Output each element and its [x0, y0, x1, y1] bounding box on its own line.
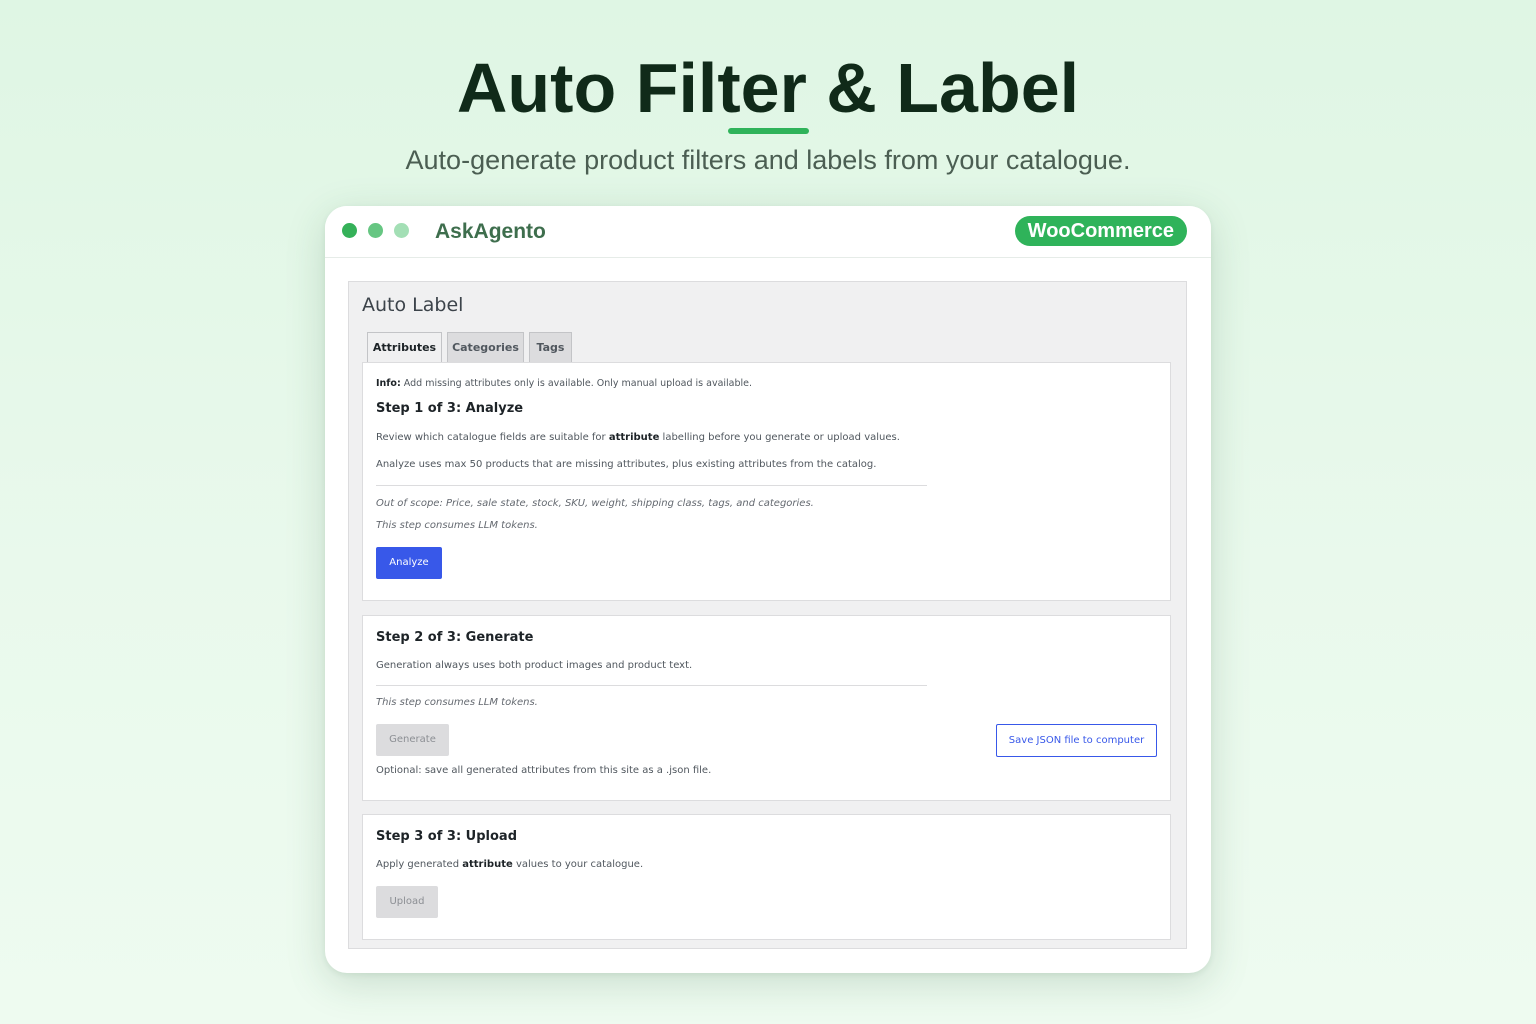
- window-dot-maximize[interactable]: [394, 223, 409, 238]
- info-line: Info: Add missing attributes only is ava…: [376, 378, 752, 389]
- step3-desc-post: values to your catalogue.: [515, 859, 644, 870]
- upload-button[interactable]: Upload: [376, 886, 438, 918]
- step1-scope-note: Out of scope: Price, sale state, stock, …: [376, 498, 814, 509]
- tab-bar: Attributes Categories Tags: [367, 332, 1144, 364]
- step3-desc-bold: attribute: [462, 859, 513, 870]
- admin-panel: Auto Label Attributes Categories Tags In…: [348, 281, 1187, 949]
- app-name: AskAgento: [435, 220, 546, 243]
- save-json-button[interactable]: Save JSON file to computer: [996, 724, 1157, 757]
- page-title: Auto Label: [362, 294, 464, 316]
- step1-desc2: Analyze uses max 50 products that are mi…: [376, 459, 877, 470]
- step1-desc1-pre: Review which catalogue fields are suitab…: [376, 432, 606, 443]
- step1-card: Info: Add missing attributes only is ava…: [362, 362, 1171, 601]
- step1-token-note: This step consumes LLM tokens.: [376, 520, 538, 531]
- info-label: Info:: [376, 378, 401, 389]
- platform-badge: WooCommerce: [1014, 216, 1187, 246]
- analyze-button[interactable]: Analyze: [376, 547, 442, 579]
- step1-divider: [376, 485, 927, 486]
- app-window: AskAgento WooCommerce Auto Label Attribu…: [325, 206, 1211, 973]
- step3-desc: Apply generated attribute values to your…: [376, 859, 643, 870]
- title-underline: [728, 128, 809, 134]
- hero-subtitle: Auto-generate product filters and labels…: [405, 145, 1131, 175]
- step2-desc: Generation always uses both product imag…: [376, 660, 693, 671]
- window-dot-close[interactable]: [342, 223, 357, 238]
- window-dot-minimize[interactable]: [368, 223, 383, 238]
- generate-button[interactable]: Generate: [376, 724, 449, 756]
- hero-title: Auto Filter & Label: [456, 49, 1080, 127]
- window-titlebar: AskAgento WooCommerce: [325, 206, 1211, 258]
- info-text: Add missing attributes only is available…: [403, 378, 753, 389]
- step1-desc1-bold: attribute: [608, 432, 660, 443]
- step1-desc1-post: labelling before you generate or upload …: [662, 432, 900, 443]
- step2-heading: Step 2 of 3: Generate: [376, 630, 534, 645]
- step1-heading: Step 1 of 3: Analyze: [376, 401, 524, 416]
- tab-categories[interactable]: Categories: [447, 332, 524, 363]
- step3-card: Step 3 of 3: Upload Apply generated attr…: [362, 814, 1171, 940]
- step3-heading: Step 3 of 3: Upload: [376, 829, 518, 844]
- tab-tags[interactable]: Tags: [529, 332, 572, 363]
- step3-desc-pre: Apply generated: [376, 859, 460, 870]
- step2-card: Step 2 of 3: Generate Generation always …: [362, 615, 1171, 801]
- step2-optional-note: Optional: save all generated attributes …: [376, 765, 712, 776]
- step2-token-note: This step consumes LLM tokens.: [376, 697, 538, 708]
- step2-divider: [376, 685, 927, 686]
- tab-attributes[interactable]: Attributes: [367, 332, 442, 364]
- step1-desc1: Review which catalogue fields are suitab…: [376, 432, 900, 443]
